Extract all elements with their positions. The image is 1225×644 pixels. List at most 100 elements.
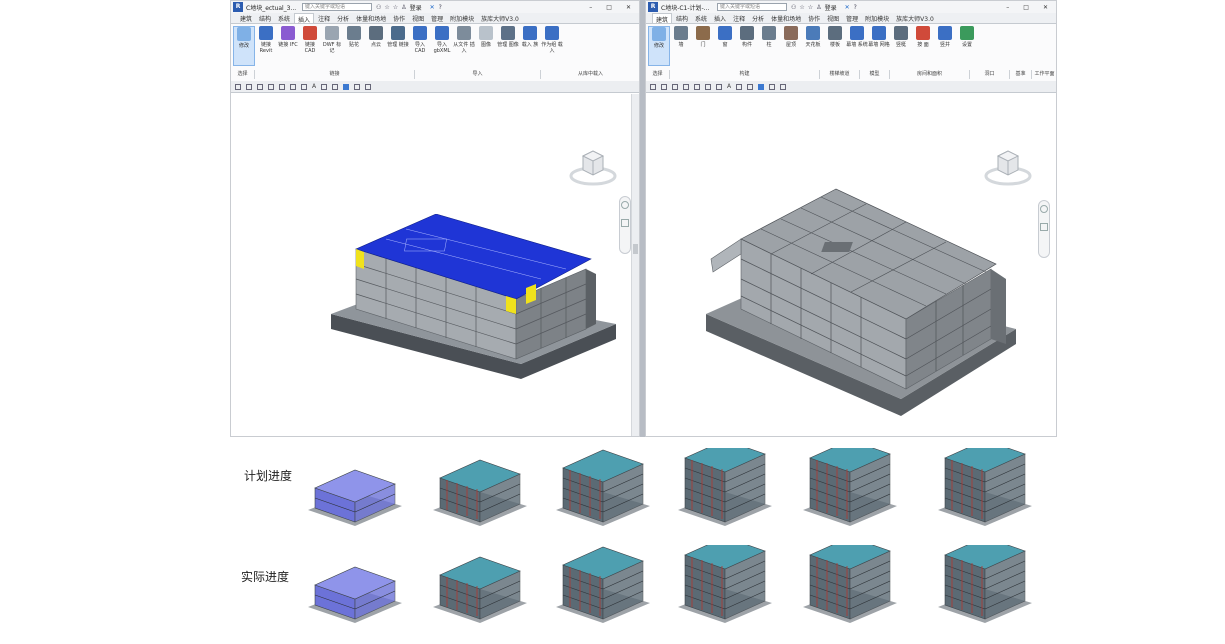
ribbon-button-7[interactable]: 天花板: [802, 26, 824, 66]
save-icon[interactable]: [661, 83, 667, 90]
tab-4[interactable]: 注释: [315, 13, 333, 23]
switch-windows-icon[interactable]: [780, 83, 787, 90]
thin-lines-icon[interactable]: [343, 83, 350, 90]
ribbon-button-13[interactable]: 载入 族: [519, 26, 541, 66]
maximize-icon[interactable]: □: [1023, 4, 1029, 11]
login-link[interactable]: 登录: [410, 3, 422, 12]
viewcube-icon[interactable]: [569, 142, 617, 190]
ribbon-button-11[interactable]: 图像: [475, 26, 497, 66]
steering-wheel-icon[interactable]: [1040, 205, 1048, 213]
search-input[interactable]: 键入关键字或短语: [302, 3, 372, 11]
close-hidden-icon[interactable]: [354, 83, 361, 90]
ribbon-button-13[interactable]: 竖井: [934, 26, 956, 66]
exchange-apps-icon[interactable]: ✕: [845, 4, 850, 11]
ribbon-button-0[interactable]: 修改: [648, 26, 670, 66]
tab-5[interactable]: 分析: [334, 13, 352, 23]
ribbon-button-12[interactable]: 管理 图像: [497, 26, 519, 66]
print-icon[interactable]: [694, 83, 700, 90]
ribbon-button-4[interactable]: 构件: [736, 26, 758, 66]
close-hidden-icon[interactable]: [769, 83, 776, 90]
measure-icon[interactable]: [290, 83, 296, 90]
dimension-icon[interactable]: [301, 83, 307, 90]
ribbon-button-1[interactable]: 墙: [670, 26, 692, 66]
dimension-icon[interactable]: [716, 83, 722, 90]
exchange-apps-icon[interactable]: ✕: [430, 4, 435, 11]
ribbon-button-9[interactable]: 幕墙 系统: [846, 26, 868, 66]
revit-logo[interactable]: R: [233, 2, 243, 12]
drawing-canvas[interactable]: [231, 94, 639, 436]
revit-logo[interactable]: R: [648, 2, 658, 12]
building-model-planned[interactable]: [701, 184, 1021, 424]
tab-5[interactable]: 分析: [749, 13, 767, 23]
3d-view-icon[interactable]: [321, 83, 328, 90]
ribbon-button-7[interactable]: 管理 链接: [387, 26, 409, 66]
3d-view-icon[interactable]: [736, 83, 743, 90]
ribbon-button-3[interactable]: 链接 CAD: [299, 26, 321, 66]
ribbon-button-14[interactable]: 设置: [956, 26, 978, 66]
tab-2[interactable]: 系统: [692, 13, 710, 23]
tab-8[interactable]: 视图: [409, 13, 427, 23]
ribbon-button-3[interactable]: 窗: [714, 26, 736, 66]
text-icon[interactable]: A: [727, 83, 731, 90]
login-link[interactable]: 登录: [825, 3, 837, 12]
ribbon-button-5[interactable]: 柱: [758, 26, 780, 66]
tab-0[interactable]: 建筑: [652, 13, 673, 23]
ribbon-button-5[interactable]: 贴花: [343, 26, 365, 66]
tab-6[interactable]: 体量和场地: [353, 13, 389, 23]
minimize-icon[interactable]: –: [589, 4, 592, 11]
star-icon[interactable]: ☆: [393, 4, 398, 11]
ribbon-button-14[interactable]: 作为组 载入: [541, 26, 563, 66]
navigation-bar[interactable]: [1038, 200, 1050, 258]
section-icon[interactable]: [332, 83, 339, 90]
tab-2[interactable]: 系统: [275, 13, 293, 23]
close-icon[interactable]: ✕: [1043, 4, 1048, 11]
close-icon[interactable]: ✕: [626, 4, 631, 11]
text-icon[interactable]: A: [312, 83, 316, 90]
tab-7[interactable]: 协作: [805, 13, 823, 23]
tab-10[interactable]: 附加模块: [447, 13, 477, 23]
section-icon[interactable]: [747, 83, 754, 90]
vertical-scrollbar[interactable]: [631, 94, 639, 436]
minimize-icon[interactable]: –: [1006, 4, 1009, 11]
ribbon-button-9[interactable]: 导入 gbXML: [431, 26, 453, 66]
ribbon-button-10[interactable]: 幕墙 网格: [868, 26, 890, 66]
redo-icon[interactable]: [268, 83, 274, 90]
thin-lines-icon[interactable]: [758, 83, 765, 90]
binoculars-icon[interactable]: ⚇: [376, 4, 381, 11]
tab-7[interactable]: 协作: [390, 13, 408, 23]
building-model-actual[interactable]: [326, 214, 626, 389]
ribbon-button-11[interactable]: 竖梃: [890, 26, 912, 66]
help-icon[interactable]: ?: [854, 4, 857, 11]
scrollbar-thumb[interactable]: [633, 244, 638, 254]
ribbon-button-6[interactable]: 点云: [365, 26, 387, 66]
tab-3[interactable]: 插入: [294, 13, 315, 23]
switch-windows-icon[interactable]: [365, 83, 372, 90]
steering-wheel-icon[interactable]: [621, 201, 629, 209]
print-icon[interactable]: [279, 83, 285, 90]
save-icon[interactable]: [246, 83, 252, 90]
ribbon-button-1[interactable]: 链接 Revit: [255, 26, 277, 66]
help-icon[interactable]: ?: [439, 4, 442, 11]
tab-4[interactable]: 注释: [730, 13, 748, 23]
ribbon-button-0[interactable]: 修改: [233, 26, 255, 66]
ribbon-button-2[interactable]: 门: [692, 26, 714, 66]
ribbon-button-8[interactable]: 楼板: [824, 26, 846, 66]
ribbon-button-12[interactable]: 按 面: [912, 26, 934, 66]
user-icon[interactable]: ♙: [816, 4, 821, 11]
ribbon-button-6[interactable]: 屋顶: [780, 26, 802, 66]
drawing-canvas[interactable]: [646, 94, 1056, 436]
open-icon[interactable]: [650, 83, 656, 90]
ribbon-button-8[interactable]: 导入 CAD: [409, 26, 431, 66]
open-icon[interactable]: [235, 83, 241, 90]
tab-9[interactable]: 管理: [428, 13, 446, 23]
tab-8[interactable]: 视图: [824, 13, 842, 23]
tab-9[interactable]: 管理: [843, 13, 861, 23]
zoom-icon[interactable]: [1040, 223, 1048, 231]
star-icon[interactable]: ☆: [808, 4, 813, 11]
tab-11[interactable]: 族库大师V3.0: [478, 13, 522, 23]
undo-icon[interactable]: [257, 83, 263, 90]
user-icon[interactable]: ♙: [401, 4, 406, 11]
redo-icon[interactable]: [683, 83, 689, 90]
tab-3[interactable]: 插入: [711, 13, 729, 23]
ribbon-button-4[interactable]: DWF 标记: [321, 26, 343, 66]
